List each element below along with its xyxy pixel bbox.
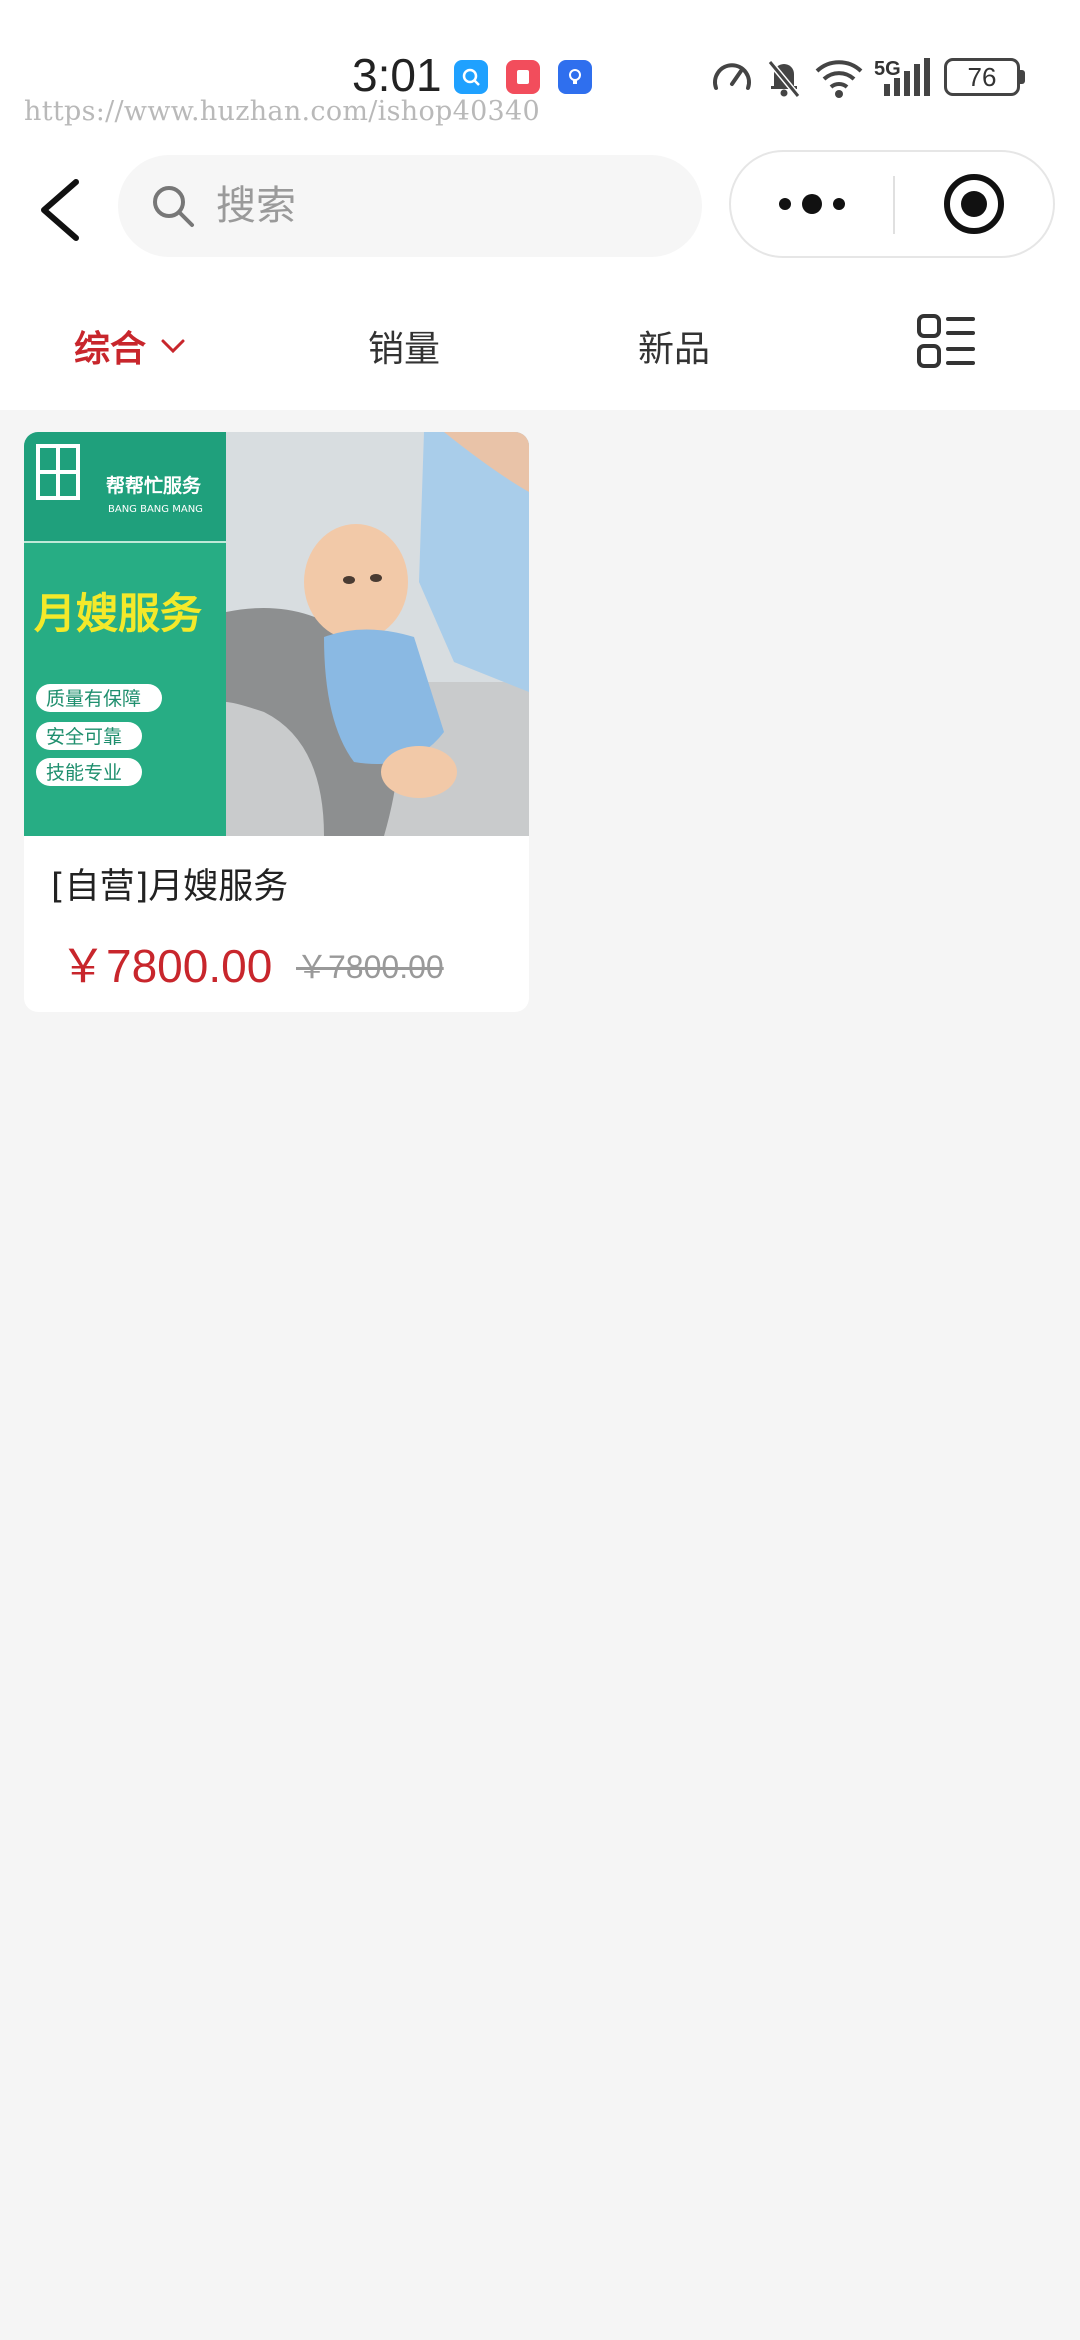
search-icon [153, 186, 194, 227]
watermark-url: https://www.huzhan.com/ishop40340 [24, 96, 540, 127]
image-tag-safe: 安全可靠 [46, 726, 122, 748]
image-tag-quality: 质量有保障 [46, 688, 141, 710]
miniprogram-capsule [729, 150, 1055, 258]
tab-sales-label: 销量 [368, 329, 441, 370]
battery-level: 76 [967, 61, 997, 92]
image-tag-skill: 技能专业 [46, 762, 122, 784]
status-time: 3:01 [352, 49, 442, 101]
product-title[interactable]: [自营]月嫂服务 [51, 858, 288, 909]
tab-comprehensive-label: 综合 [74, 329, 147, 370]
speed-icon [713, 63, 751, 90]
battery-tip [1020, 70, 1025, 84]
wifi-icon [815, 60, 863, 98]
search-bar[interactable] [118, 155, 702, 257]
product-image[interactable]: 帮帮忙服务 BANG BANG MANG 月嫂服务 质量有保障 安全可靠 技能专… [24, 432, 529, 836]
bulb-app-icon [558, 60, 592, 94]
tab-new[interactable]: 新品 [638, 316, 710, 376]
battery-indicator: 76 [944, 58, 1020, 96]
mute-bell-icon [767, 60, 801, 98]
list-layout-icon[interactable] [916, 312, 976, 372]
red-app-icon [506, 60, 540, 94]
tab-new-label: 新品 [638, 329, 711, 370]
image-headline: 月嫂服务 [34, 589, 202, 638]
search-app-icon [454, 60, 488, 94]
back-icon[interactable] [30, 170, 92, 250]
product-original-price: ￥7800.00 [296, 949, 444, 985]
signal-icon [884, 58, 930, 96]
search-input[interactable] [216, 155, 676, 257]
header-area: 3:01 5G 76 https://www.huzhan.com/ishop4… [0, 0, 1080, 410]
product-card[interactable]: 帮帮忙服务 BANG BANG MANG 月嫂服务 质量有保障 安全可靠 技能专… [24, 432, 529, 1012]
image-brand-cn: 帮帮忙服务 [106, 474, 202, 497]
chevron-down-icon [161, 339, 185, 354]
tab-comprehensive[interactable]: 综合 [74, 316, 188, 376]
image-brand-en: BANG BANG MANG [108, 504, 203, 515]
more-options-icon[interactable] [731, 152, 893, 256]
close-miniprogram-icon[interactable] [895, 152, 1053, 256]
tab-sales[interactable]: 销量 [368, 316, 440, 376]
product-price: ￥7800.00 [60, 940, 273, 992]
